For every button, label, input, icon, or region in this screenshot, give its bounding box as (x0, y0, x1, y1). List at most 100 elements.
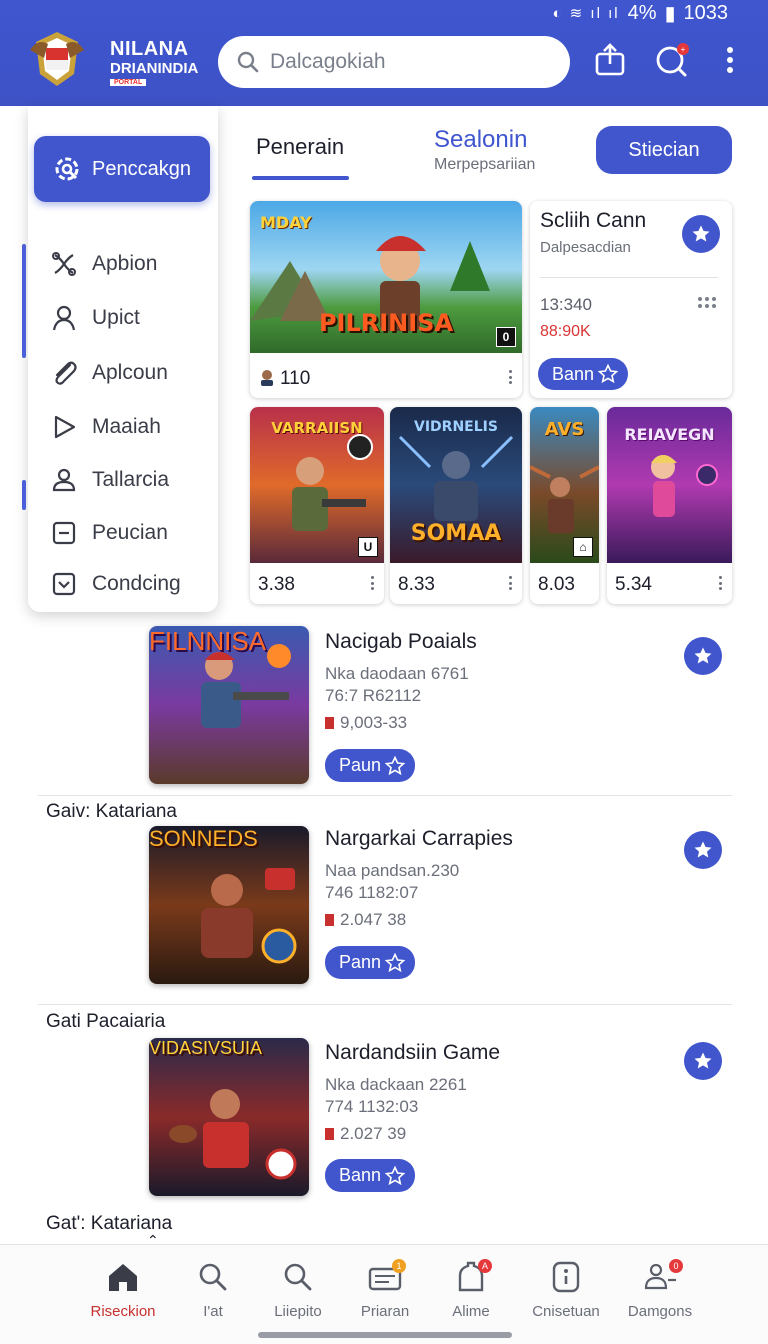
notifications-button[interactable]: + (652, 40, 692, 80)
list-item-art[interactable]: VIDASIVSUIA (149, 1038, 309, 1196)
game-card-art: VARRAIISN U (250, 407, 384, 563)
group-label: Gaiv: Katariana (46, 801, 177, 822)
battery-percent: 4% (627, 1, 657, 24)
game-card[interactable]: AVS ⌂ 8.03 (530, 407, 599, 604)
person-icon (52, 468, 76, 492)
flag-icon (325, 1128, 334, 1140)
nav-item-liiepito[interactable]: Liiepito (255, 1255, 341, 1320)
favorite-button[interactable] (684, 637, 722, 675)
game-card-art: AVS ⌂ (530, 407, 599, 563)
list-item-title[interactable]: Nacigab Poaials (325, 630, 477, 654)
nav-item-iat[interactable]: I'at (170, 1255, 256, 1320)
card-more-icon[interactable] (508, 370, 512, 384)
star-outline-icon (385, 755, 406, 775)
side-item-label: Maaiah (92, 415, 161, 438)
flag-icon (325, 717, 334, 729)
side-item-apbion[interactable]: Apbion (50, 244, 157, 284)
side-item-peucian[interactable]: Peucian (50, 513, 168, 553)
game-card[interactable]: VARRAIISN U 3.38 (250, 407, 384, 604)
nav-item-damgons[interactable]: 0 Damgons (617, 1255, 703, 1320)
list-item-action-label: Bann (339, 1165, 382, 1185)
athlete-icon (169, 1089, 297, 1180)
star-outline-icon (385, 1165, 406, 1185)
nav-item-label: I'at (203, 1303, 223, 1320)
game-info-card[interactable]: Scliih Cann Dalpesacdian 13:340 88:90K B… (530, 201, 732, 398)
side-item-label: Tallarcia (92, 468, 170, 491)
side-menu-primary-label: Penccakgn (92, 157, 191, 180)
list-item-action-button[interactable]: Bann (325, 1159, 416, 1192)
list-divider (38, 1004, 732, 1005)
info-card-action-button[interactable]: Bann (538, 358, 629, 390)
list-item-art[interactable]: SONNEDS (149, 826, 309, 984)
home-indicator[interactable] (258, 1332, 512, 1338)
list-item-action-button[interactable]: Paun (325, 749, 416, 782)
play-icon (54, 415, 76, 439)
card-more-icon[interactable] (718, 576, 722, 590)
nav-item-cnisetuan[interactable]: Cnisetuan (523, 1255, 609, 1320)
favorite-button[interactable] (684, 831, 722, 869)
nav-item-home[interactable]: Riseckion (80, 1255, 166, 1320)
game-card-top-art: VIDRNELIS (414, 419, 498, 435)
list-item-meta: 76:7 R62112 (325, 686, 422, 705)
card-more-icon[interactable] (508, 576, 512, 590)
share-button[interactable] (590, 40, 630, 80)
nav-item-label: Liiepito (274, 1303, 322, 1320)
side-menu-primary-button[interactable]: Penccakgn (34, 136, 210, 202)
game-card-art: VIDRNELIS SOMAA (390, 407, 522, 563)
more-menu-button[interactable] (710, 40, 750, 80)
game-card-value: 8.03 (538, 574, 575, 595)
nav-item-alime[interactable]: A Alime (428, 1255, 514, 1320)
side-item-upict[interactable]: Upict (50, 298, 140, 338)
list-item-title[interactable]: Nardandsiin Game (325, 1041, 500, 1065)
nav-item-label: Riseckion (90, 1303, 156, 1320)
list-item-title[interactable]: Nargarkai Carrapies (325, 827, 513, 851)
list-item-action-button[interactable]: Pann (325, 946, 416, 979)
favorite-button[interactable] (684, 1042, 722, 1080)
paperclip-icon (55, 361, 77, 385)
search-placeholder: Dalcagokiah (270, 50, 386, 73)
game-card[interactable]: REIAVEGN 5.34 (607, 407, 732, 604)
side-item-label: Upict (92, 306, 140, 329)
side-menu-scroll-indicator (22, 480, 26, 510)
nav-item-priaran[interactable]: 1 Priaran (342, 1255, 428, 1320)
battery-icon: ▮ (664, 2, 676, 25)
nav-item-label: Cnisetuan (532, 1303, 600, 1320)
chat-search-icon: + (656, 43, 689, 77)
list-item-meta: 746 1182:07 (325, 883, 419, 902)
side-item-aplcoun[interactable]: Aplcoun (50, 353, 168, 393)
list-item-art[interactable]: FILNNISA (149, 626, 309, 784)
nav-badge: A (478, 1259, 492, 1273)
list-item-stat: 2.047 38 (325, 910, 406, 930)
featured-card-value: 110 (280, 368, 311, 389)
tab-sealonin[interactable]: Sealonin (434, 126, 527, 154)
game-card-art: REIAVEGN (607, 407, 732, 563)
game-card-value: 8.33 (398, 574, 435, 595)
tab-penerain[interactable]: Penerain (256, 134, 344, 160)
tab-action-button[interactable]: Stiecian (596, 126, 732, 174)
search-input[interactable]: Dalcagokiah (218, 36, 570, 88)
game-card[interactable]: VIDRNELIS SOMAA 8.33 (390, 407, 522, 604)
search-icon (237, 51, 259, 73)
app-logo[interactable]: NILANA DRIANINDIA PORTAL (20, 24, 200, 94)
bottom-navigation: Riseckion I'at Liiepito 1 Priaran A Alim… (0, 1244, 768, 1344)
avatar (261, 370, 273, 386)
featured-game-art: MDAY PILRINISA 0 (250, 201, 522, 353)
nav-badge: 1 (392, 1259, 406, 1273)
check-square-icon (52, 572, 76, 596)
svg-text:+: + (681, 45, 686, 54)
side-item-tallarcia[interactable]: Tallarcia (50, 460, 169, 500)
side-item-label: Condcing (92, 572, 181, 595)
list-item-desc: Naa pandsan.230 (325, 861, 460, 880)
list-divider (38, 795, 732, 796)
side-item-condcing[interactable]: Condcing (50, 564, 181, 604)
card-more-icon[interactable] (370, 576, 374, 590)
favorite-button[interactable] (682, 215, 720, 253)
featured-game-card[interactable]: MDAY PILRINISA 0 110 (250, 201, 522, 398)
list-item-action-label: Pann (339, 952, 382, 972)
list-item-stat-value: 9,003-33 (340, 713, 408, 732)
grid-icon[interactable] (698, 297, 716, 308)
side-item-maaiah[interactable]: Maaiah (50, 407, 161, 447)
search-icon (284, 1263, 312, 1291)
game-card-title-art: VARRAIISN (271, 419, 363, 437)
info-card-count: 88:90K (540, 323, 591, 340)
